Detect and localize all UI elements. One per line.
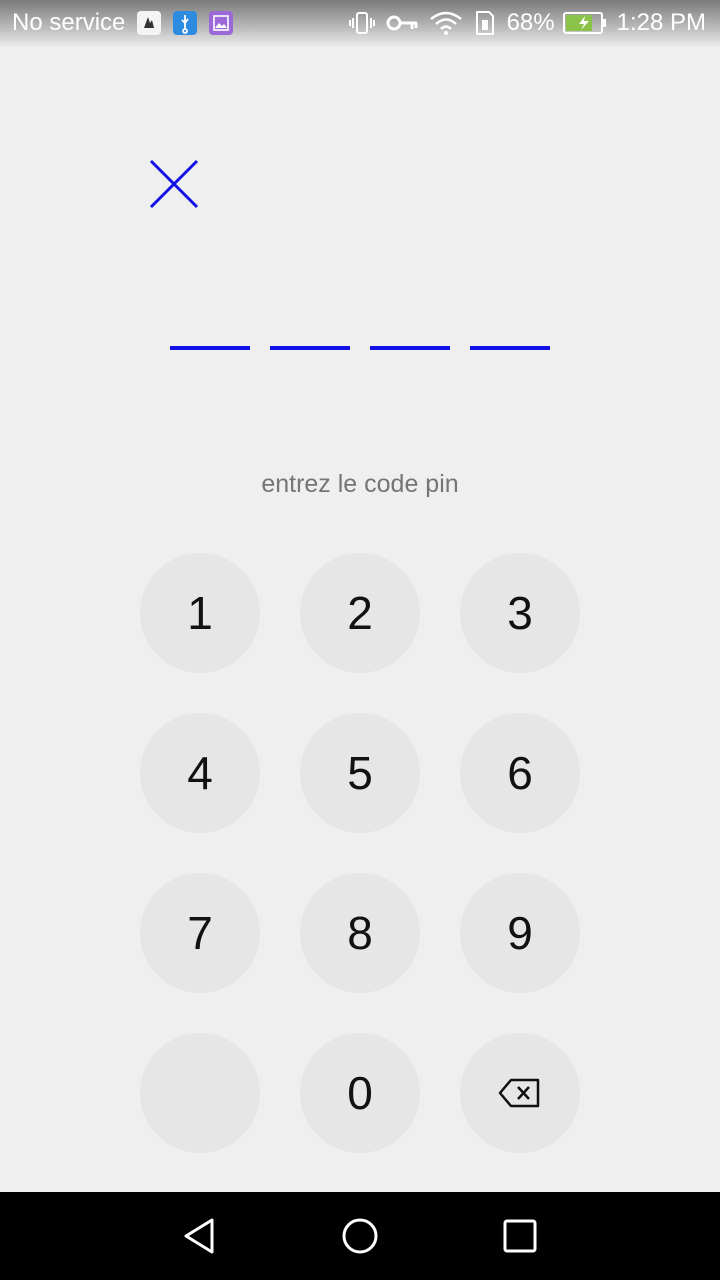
keypad: 1 2 3 4 5 6 7 8 9 0 <box>140 553 580 1193</box>
vpn-key-icon <box>385 10 419 36</box>
key-5[interactable]: 5 <box>300 713 420 833</box>
data-saver-icon <box>473 10 497 36</box>
clock: 1:28 PM <box>616 9 706 36</box>
status-bar-left: No service <box>12 9 245 37</box>
navigation-bar <box>0 1192 720 1280</box>
pin-prompt-label: entrez le code pin <box>261 470 459 498</box>
key-9[interactable]: 9 <box>460 873 580 993</box>
status-bar: No service 68% 1:28 PM <box>0 0 720 48</box>
wifi-icon <box>429 10 463 36</box>
vibrate-icon <box>348 10 375 36</box>
pin-slot-1 <box>170 346 250 350</box>
keypad-row: 7 8 9 <box>140 873 580 993</box>
battery-charging-icon <box>562 11 607 35</box>
status-bar-right: 68% 1:28 PM <box>348 9 706 37</box>
pin-slot-2 <box>270 346 350 350</box>
backspace-icon <box>498 1078 540 1108</box>
close-icon <box>149 159 199 209</box>
home-circle-icon <box>342 1218 378 1254</box>
pin-slots <box>170 346 550 350</box>
pin-slot-4 <box>470 346 550 350</box>
key-3[interactable]: 3 <box>460 553 580 673</box>
key-4[interactable]: 4 <box>140 713 260 833</box>
app-notification-icon <box>137 11 162 35</box>
home-button[interactable] <box>340 1216 380 1256</box>
back-triangle-icon <box>184 1218 214 1254</box>
carrier-label: No service <box>12 9 126 36</box>
pin-slot-3 <box>370 346 450 350</box>
key-7[interactable]: 7 <box>140 873 260 993</box>
key-1[interactable]: 1 <box>140 553 260 673</box>
key-2[interactable]: 2 <box>300 553 420 673</box>
gallery-icon <box>209 11 234 35</box>
usb-icon <box>173 11 198 35</box>
recents-square-icon <box>503 1219 537 1253</box>
back-button[interactable] <box>180 1216 220 1256</box>
keypad-row: 1 2 3 <box>140 553 580 673</box>
close-button[interactable] <box>148 158 200 210</box>
pin-entry-screen: No service 68% 1:28 PM entrez le code pi… <box>0 0 720 1280</box>
backspace-button[interactable] <box>460 1033 580 1153</box>
battery-percent: 68% <box>506 9 555 36</box>
key-6[interactable]: 6 <box>460 713 580 833</box>
recents-button[interactable] <box>500 1216 540 1256</box>
key-8[interactable]: 8 <box>300 873 420 993</box>
key-0[interactable]: 0 <box>300 1033 420 1153</box>
keypad-row: 4 5 6 <box>140 713 580 833</box>
key-blank <box>140 1033 260 1153</box>
keypad-row: 0 <box>140 1033 580 1153</box>
